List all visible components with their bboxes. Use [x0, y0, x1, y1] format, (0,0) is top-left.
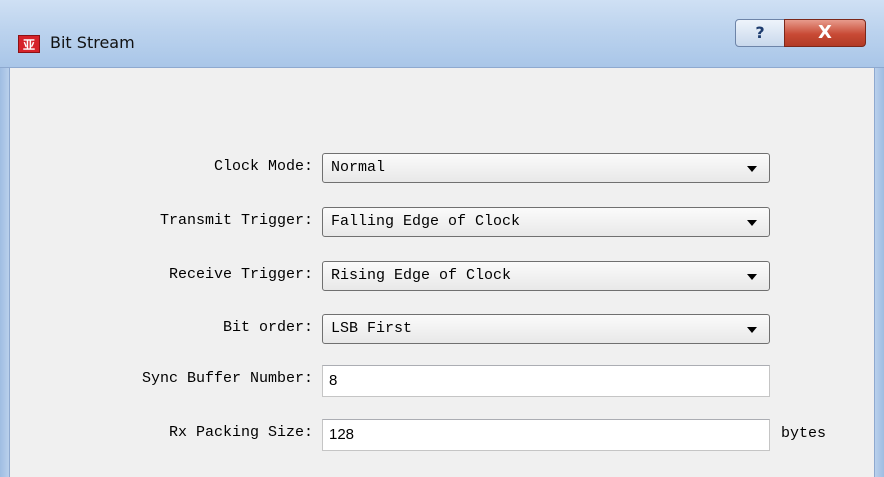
- transmit-trigger-value: Falling Edge of Clock: [331, 213, 521, 230]
- app-logo-icon: 亚: [18, 35, 40, 53]
- rx-packing-size-label: Rx Packing Size:: [168, 424, 313, 441]
- dialog-client-area: Clock Mode: Normal Transmit Trigger: Fal…: [9, 68, 875, 477]
- rx-packing-size-input[interactable]: 128: [322, 419, 770, 451]
- rx-packing-size-row: Rx Packing Size: 128 bytes: [10, 419, 876, 451]
- sync-buffer-number-input[interactable]: 8: [322, 365, 770, 397]
- receive-trigger-row: Receive Trigger: Rising Edge of Clock: [10, 261, 876, 291]
- receive-trigger-value: Rising Edge of Clock: [331, 267, 512, 284]
- rx-packing-size-value: 128: [329, 426, 355, 443]
- clock-mode-value: Normal: [331, 159, 386, 176]
- help-button[interactable]: ?: [735, 19, 785, 47]
- chevron-down-icon: [747, 220, 757, 226]
- sync-buffer-number-row: Sync Buffer Number: 8: [10, 365, 876, 397]
- title-bar[interactable]: 亚 Bit Stream ? X: [0, 0, 884, 68]
- window-frame-right: [875, 68, 884, 477]
- transmit-trigger-label: Transmit Trigger:: [159, 212, 313, 229]
- receive-trigger-dropdown[interactable]: Rising Edge of Clock: [322, 261, 770, 291]
- chevron-down-icon: [747, 274, 757, 280]
- bit-order-label: Bit order:: [222, 319, 313, 336]
- transmit-trigger-dropdown[interactable]: Falling Edge of Clock: [322, 207, 770, 237]
- question-mark-icon: ?: [755, 23, 765, 42]
- rx-packing-size-unit: bytes: [781, 425, 827, 442]
- close-button[interactable]: X: [784, 19, 866, 47]
- clock-mode-row: Clock Mode: Normal: [10, 153, 876, 183]
- transmit-trigger-row: Transmit Trigger: Falling Edge of Clock: [10, 207, 876, 237]
- window-frame-left: [0, 68, 9, 477]
- sync-buffer-number-label: Sync Buffer Number:: [141, 370, 313, 387]
- clock-mode-dropdown[interactable]: Normal: [322, 153, 770, 183]
- window-title: Bit Stream: [50, 33, 135, 52]
- bit-stream-dialog: 亚 Bit Stream ? X Clock Mode: Normal Tran…: [0, 0, 884, 477]
- chevron-down-icon: [747, 166, 757, 172]
- bit-order-dropdown[interactable]: LSB First: [322, 314, 770, 344]
- close-x-icon: X: [818, 22, 832, 43]
- clock-mode-label: Clock Mode:: [213, 158, 313, 175]
- chevron-down-icon: [747, 327, 757, 333]
- bit-order-row: Bit order: LSB First: [10, 314, 876, 344]
- sync-buffer-number-value: 8: [329, 372, 338, 389]
- bit-order-value: LSB First: [331, 320, 413, 337]
- receive-trigger-label: Receive Trigger:: [168, 266, 313, 283]
